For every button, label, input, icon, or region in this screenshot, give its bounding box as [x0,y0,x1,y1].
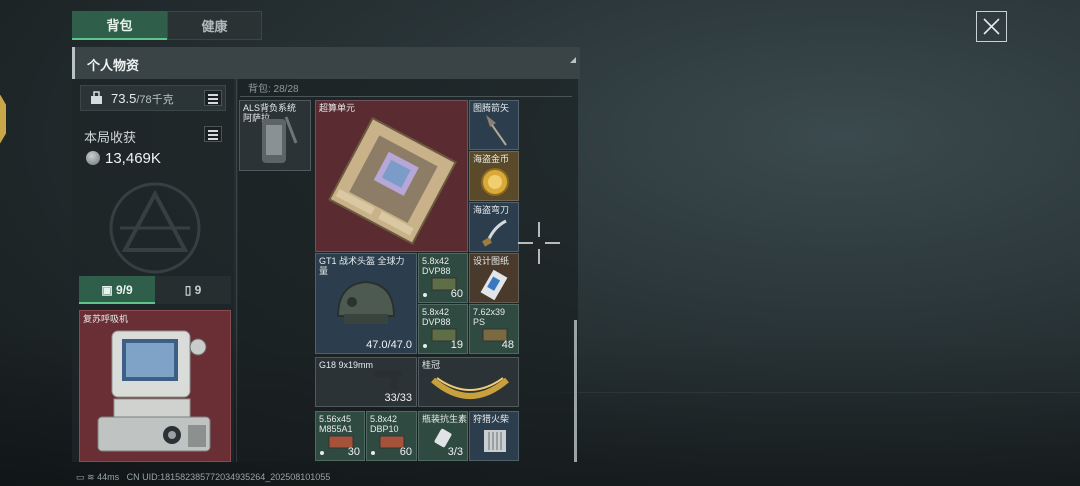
ammo-dot [320,451,324,455]
item-count: 33/33 [384,392,412,404]
pouch-icon: ▯ [184,283,195,297]
weight-box: 73.5/78千克 [80,85,226,111]
edge-badge [0,95,6,143]
harvest-value: 13,469K [105,150,161,167]
backpack-bar: 背包: 28/28 [240,80,572,97]
coin-icon [86,151,100,165]
gold-coin-icon [481,168,509,196]
floor-line [560,392,1080,393]
tab-backpack[interactable]: 背包 [72,11,167,40]
item-count: 60 [399,446,412,458]
item-ammo-7-62-ps[interactable]: 7.62x39 PS 48 [469,304,519,354]
matches-icon [484,430,506,452]
item-name: 设计图纸 [473,256,510,266]
ammo-dot [371,451,375,455]
item-slot-respirator[interactable]: 复苏呼吸机 [79,310,231,462]
item-ammo-5-8-dbp10[interactable]: 5.8x42 DBP10 60 [366,411,417,461]
close-icon [983,18,1000,35]
tab-case[interactable]: ▣ 9/9 [79,276,155,304]
item-name: 复苏呼吸机 [83,314,129,324]
crosshair-icon [518,222,560,264]
item-name: 狩猎火柴 [473,414,510,424]
faction-emblem [109,182,201,274]
container-tabs: ▣ 9/9 ▯ 9 [79,276,231,304]
battery-icon: ▭ [76,472,88,482]
item-name: 海盗弯刀 [473,205,510,215]
item-count: 19 [450,339,463,351]
grid-scrollbar[interactable] [574,320,577,462]
item-name: 7.62x39 PS [473,307,506,327]
item-name: 图腾箭矢 [473,103,510,113]
main-tabs: 背包 健康 [72,11,262,40]
close-button[interactable] [976,11,1007,42]
helmet-icon [336,280,396,324]
bottle-icon [434,428,452,448]
item-name: 5.8x42 DVP88 [422,307,451,327]
item-count: 60 [450,288,463,300]
item-name: 5.8x42 DVP88 [422,256,451,276]
harvest-list-button[interactable] [204,126,222,142]
backpack-frame-icon [262,116,298,163]
status-bar: ▭ ≋ 44ms CN UID:18158238577203493526​4_2… [76,472,330,486]
user-uid: CN UID:18158238577203493526​4_2025081010… [126,472,331,482]
item-supercomputer-unit[interactable]: 超算单元 [315,100,468,252]
item-count: 3/3 [447,446,463,458]
item-count: 48 [501,339,514,351]
item-ammo-g18-9x19[interactable]: G18 9x19mm 33/33 [315,357,417,407]
item-bottled-antibiotics[interactable]: 瓶装抗生素 3/3 [418,411,468,461]
item-ammo-5-56-m855a1[interactable]: 5.56x45 M855A1 30 [315,411,365,461]
item-name: 5.8x42 DBP10 [370,414,399,434]
harvest-label: 本局收获 [84,130,137,145]
briefcase-icon: ▣ [101,283,116,297]
ammo-dot [423,344,427,348]
item-count: 30 [347,446,360,458]
item-hunting-matches[interactable]: 狩猎火柴 [469,411,519,461]
item-name: GT1 战术头盔 全球力量 [319,256,405,276]
item-pirate-scimitar[interactable]: 海盗弯刀 [469,202,519,252]
item-ammo-5-8-dvp88-2[interactable]: 5.8x42 DVP88 19 [418,304,468,354]
arrow-icon [486,115,507,146]
tab-health[interactable]: 健康 [167,11,262,40]
item-name: 瓶装抗生素 [422,414,468,424]
laurel-icon [431,377,509,399]
ping-value: 44ms [97,472,120,482]
item-ammo-5-8-dvp88[interactable]: 5.8x42 DVP88 60 [418,253,468,303]
item-name: 海盗金币 [473,154,510,164]
item-totem-arrow[interactable]: 图腾箭矢 [469,100,519,150]
respirator-icon [97,330,211,452]
item-gt1-helmet[interactable]: GT1 战术头盔 全球力量 47.0/47.0 [315,253,417,354]
weight-list-button[interactable] [204,90,222,106]
tab-pouch[interactable]: ▯ 9 [155,276,231,304]
panel-header: 个人物资 [72,47,580,79]
item-durability: 47.0/47.0 [366,339,412,351]
knife-icon [482,219,507,247]
wifi-icon: ≋ [87,472,98,482]
backpack-capacity: 背包: 28/28 [248,84,299,95]
item-blueprint[interactable]: 设计图纸 [469,253,519,303]
pistol-icon [374,370,402,390]
item-als-system[interactable]: ALS背负系统 阿萨拉… [239,100,311,171]
ammo-dot [423,293,427,297]
panel-title: 个人物资 [87,58,140,73]
item-laurel-crown[interactable]: 桂冠 [418,357,519,407]
header-notch [570,57,576,63]
weight-value: 73.5/78千克 [111,91,174,106]
item-name: 超算单元 [319,103,356,113]
item-name: 5.56x45 M855A1 [319,414,353,434]
item-pirate-coin[interactable]: 海盗金币 [469,151,519,201]
column-divider [236,79,237,462]
weight-icon [91,91,102,104]
circuit-board-icon [328,116,457,245]
blueprint-icon [480,269,508,300]
